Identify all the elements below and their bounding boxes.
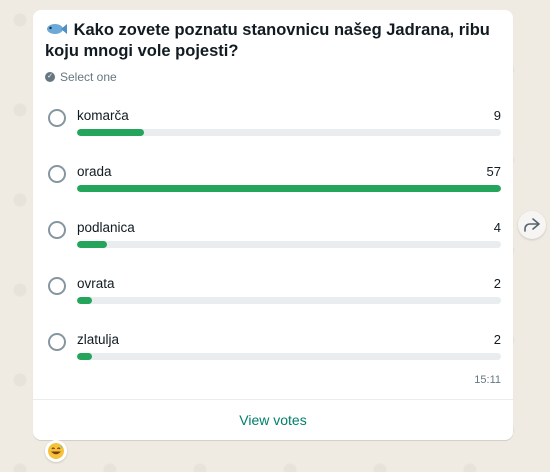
radio-button[interactable] xyxy=(48,109,66,127)
vote-bar-fill xyxy=(77,241,107,248)
option-vote-count: 9 xyxy=(493,108,501,123)
radio-button[interactable] xyxy=(48,221,66,239)
radio-button[interactable] xyxy=(48,277,66,295)
option-label: komarča xyxy=(77,108,129,123)
poll-option[interactable]: podlanica 4 xyxy=(45,220,501,254)
vote-bar xyxy=(77,297,501,304)
message-timestamp: 15:11 xyxy=(474,374,501,386)
option-vote-count: 4 xyxy=(493,220,501,235)
vote-bar-fill xyxy=(77,353,92,360)
poll-option[interactable]: ovrata 2 xyxy=(45,276,501,310)
grinning-sweat-emoji-icon xyxy=(48,443,64,459)
poll-message: Kako zovete poznatu stanovnicu našeg Jad… xyxy=(33,10,513,440)
option-label: ovrata xyxy=(77,276,115,291)
poll-option[interactable]: zlatulja 2 xyxy=(45,332,501,366)
option-label: zlatulja xyxy=(77,332,120,347)
poll-option[interactable]: komarča 9 xyxy=(45,108,501,142)
poll-option[interactable]: orada 57 xyxy=(45,164,501,198)
vote-bar xyxy=(77,241,501,248)
vote-bar xyxy=(77,129,501,136)
option-label: podlanica xyxy=(77,220,135,235)
radio-button[interactable] xyxy=(48,333,66,351)
vote-bar xyxy=(77,353,501,360)
check-circle-icon: ✓ xyxy=(45,72,55,82)
reaction-emoji[interactable] xyxy=(45,440,67,462)
vote-bar xyxy=(77,185,501,192)
radio-button[interactable] xyxy=(48,165,66,183)
option-label: orada xyxy=(77,164,112,179)
poll-question: Kako zovete poznatu stanovnicu našeg Jad… xyxy=(45,20,505,62)
poll-question-text: Kako zovete poznatu stanovnicu našeg Jad… xyxy=(45,21,490,60)
forward-button[interactable] xyxy=(518,211,546,239)
vote-bar-fill xyxy=(77,297,92,304)
forward-arrow-icon xyxy=(524,218,540,232)
fish-icon xyxy=(45,21,67,35)
divider xyxy=(33,399,513,400)
select-hint-text: Select one xyxy=(60,70,117,84)
select-hint: ✓ Select one xyxy=(45,70,117,84)
option-vote-count: 57 xyxy=(486,164,501,179)
view-votes-button[interactable]: View votes xyxy=(33,412,513,428)
option-vote-count: 2 xyxy=(493,332,501,347)
option-vote-count: 2 xyxy=(493,276,501,291)
vote-bar-fill xyxy=(77,185,501,192)
vote-bar-fill xyxy=(77,129,144,136)
